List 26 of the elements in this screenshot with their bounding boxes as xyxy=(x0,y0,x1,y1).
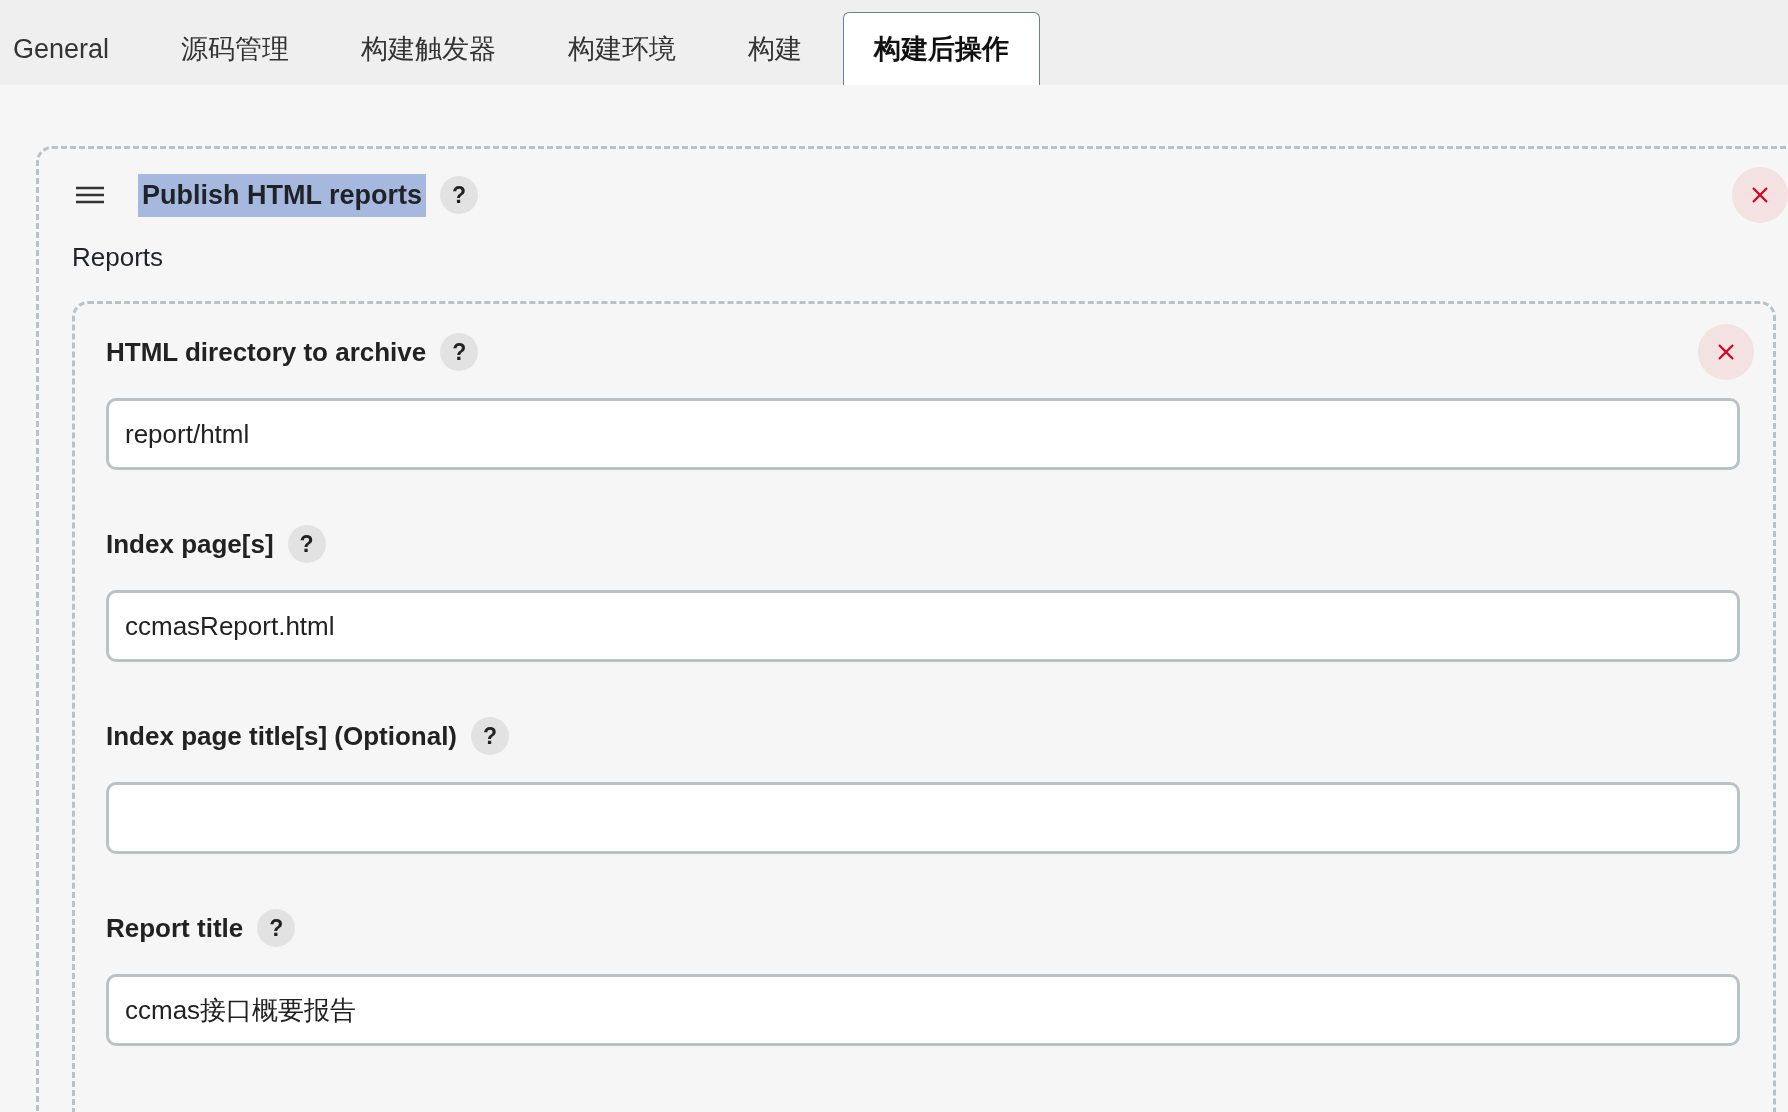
field-label: HTML directory to archive xyxy=(106,336,427,368)
tab[interactable]: 构建 xyxy=(717,12,834,85)
field-label: Index page title[s] (Optional) xyxy=(106,720,457,752)
help-button[interactable]: ? xyxy=(257,909,296,947)
help-button[interactable]: ? xyxy=(440,333,479,371)
help-button[interactable]: ? xyxy=(287,525,326,563)
field-label: Report title xyxy=(106,912,244,944)
tab[interactable]: 构建触发器 xyxy=(330,12,528,85)
help-button[interactable]: ? xyxy=(471,717,509,755)
close-icon xyxy=(1717,343,1735,361)
step-title: Publish HTML reports xyxy=(138,173,427,217)
text-field[interactable]: ccmasReport.html xyxy=(106,590,1740,662)
drag-handle-icon[interactable] xyxy=(75,186,105,204)
tab[interactable]: 构建后操作 xyxy=(843,12,1041,85)
field-label: Index page[s] xyxy=(106,528,274,560)
tab[interactable]: General xyxy=(0,12,141,85)
section-label: Reports xyxy=(72,242,164,273)
tab[interactable]: 源码管理 xyxy=(150,12,321,85)
delete-button[interactable] xyxy=(1698,324,1754,380)
delete-button[interactable] xyxy=(1732,167,1788,223)
text-field[interactable]: ccmas接口概要报告 xyxy=(106,974,1740,1046)
text-field[interactable]: report/html xyxy=(106,398,1740,470)
tab[interactable]: 构建环境 xyxy=(537,12,708,85)
close-icon xyxy=(1751,186,1769,204)
help-button[interactable]: ? xyxy=(440,176,479,214)
text-field[interactable] xyxy=(106,782,1740,854)
